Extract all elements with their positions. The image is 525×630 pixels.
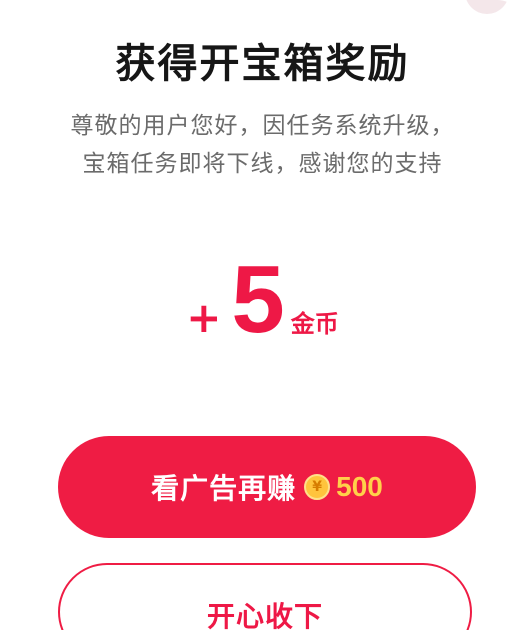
reward-prefix: + — [186, 293, 222, 342]
dialog-description-line1: 尊敬的用户您好，因任务系统升级， — [70, 113, 455, 139]
coin-symbol: ¥ — [312, 479, 323, 495]
reward-unit: 金币 — [290, 310, 339, 338]
watch-ad-button[interactable]: 看广告再赚 ¥ 500 — [58, 436, 476, 538]
watch-ad-label: 看广告再赚 — [151, 472, 297, 505]
close-button[interactable] — [465, 0, 509, 14]
accept-button[interactable]: 开心收下 — [58, 563, 472, 630]
accept-label: 开心收下 — [206, 600, 323, 630]
reward-value: 5 — [231, 246, 285, 353]
coin-icon: ¥ — [304, 474, 331, 500]
reward-dialog: 获得开宝箱奖励 尊敬的用户您好，因任务系统升级， 宝箱任务即将下线，感谢您的支持… — [0, 0, 525, 630]
reward-amount: +5 金币 — [0, 252, 525, 362]
dialog-title: 获得开宝箱奖励 — [115, 41, 410, 87]
dialog-description-line2: 宝箱任务即将下线，感谢您的支持 — [82, 151, 443, 177]
bonus-amount: 500 — [336, 471, 383, 502]
